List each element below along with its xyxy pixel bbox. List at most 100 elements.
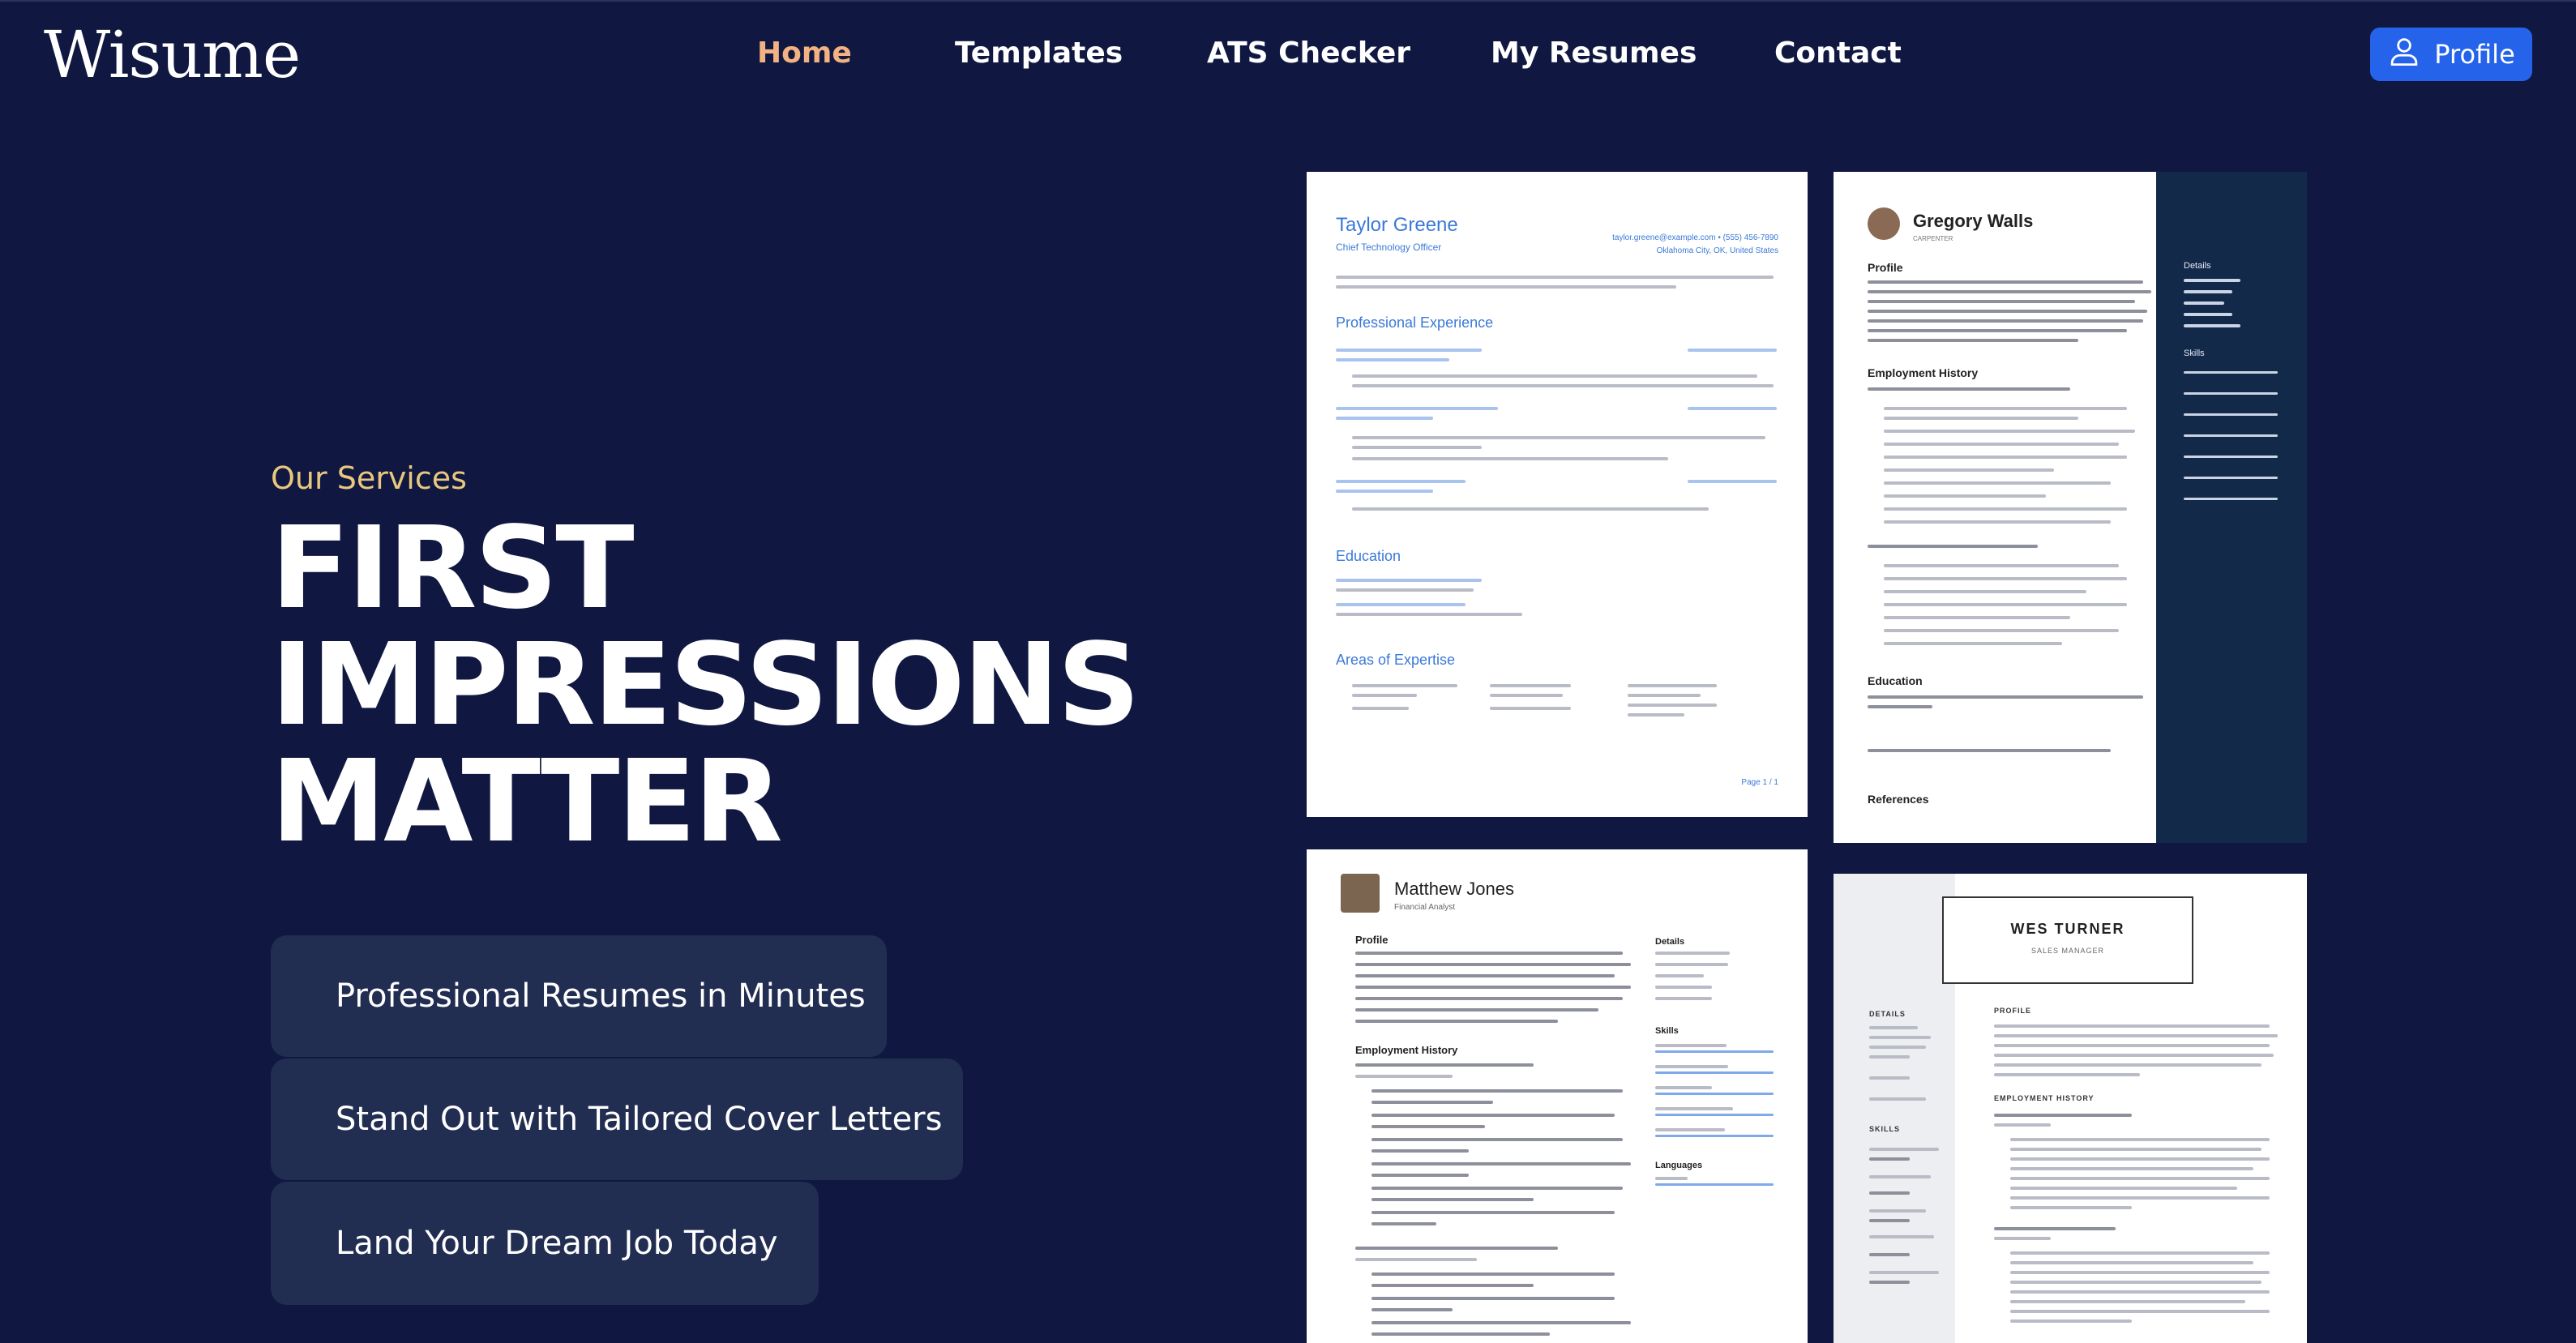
top-border bbox=[0, 0, 2576, 2]
skill-dots bbox=[1869, 1219, 1910, 1222]
resume-location: Oklahoma City, OK, United States bbox=[1656, 246, 1778, 255]
section-heading: Profile bbox=[1868, 261, 1903, 274]
user-icon bbox=[2387, 34, 2421, 75]
text-line bbox=[1355, 1063, 1534, 1067]
text-line bbox=[1884, 468, 2054, 472]
nav-ats-checker[interactable]: ATS Checker bbox=[1207, 32, 1410, 75]
nav-templates[interactable]: Templates bbox=[955, 32, 1123, 75]
resume-preview-matthew-jones[interactable]: Matthew Jones Financial Analyst Profile … bbox=[1307, 849, 1808, 1343]
sidebar-heading: Skills bbox=[1655, 1026, 1679, 1036]
text-line bbox=[1884, 407, 2127, 410]
text-line bbox=[1869, 1076, 1910, 1080]
text-line bbox=[1352, 436, 1765, 439]
text-line bbox=[1355, 1020, 1558, 1023]
text-line bbox=[1371, 1211, 1615, 1214]
resume-contact: taylor.greene@example.com • (555) 456-78… bbox=[1612, 233, 1778, 242]
section-eyebrow: Our Services bbox=[271, 460, 467, 496]
profile-label: Profile bbox=[2434, 39, 2515, 70]
text-line bbox=[1371, 1198, 1534, 1201]
text-line bbox=[1336, 276, 1774, 279]
skill-bar bbox=[1655, 1114, 1774, 1116]
text-line bbox=[1994, 1034, 2278, 1037]
resume-preview-taylor-greene[interactable]: Taylor Greene Chief Technology Officer t… bbox=[1307, 172, 1808, 817]
text-line bbox=[1884, 481, 2111, 485]
text-line bbox=[1655, 986, 1712, 989]
text-line bbox=[1355, 952, 1623, 955]
text-line bbox=[1884, 417, 2078, 420]
text-line bbox=[2010, 1290, 2270, 1294]
feature-item[interactable]: Professional Resumes in Minutes bbox=[271, 935, 887, 1057]
resume-role: SALES MANAGER bbox=[2030, 947, 2105, 955]
text-line bbox=[1371, 1284, 1534, 1287]
text-line bbox=[1628, 684, 1717, 687]
skill-bar bbox=[2184, 392, 2278, 395]
resume-role: Financial Analyst bbox=[1394, 903, 1456, 912]
feature-item[interactable]: Land Your Dream Job Today bbox=[271, 1182, 819, 1305]
feature-item[interactable]: Stand Out with Tailored Cover Letters bbox=[271, 1059, 963, 1180]
text-line bbox=[1336, 285, 1676, 289]
text-line bbox=[1336, 490, 1433, 493]
profile-button[interactable]: Profile bbox=[2370, 28, 2532, 81]
text-line bbox=[1868, 387, 2070, 391]
text-line bbox=[1884, 507, 2127, 511]
text-line bbox=[1869, 1209, 1926, 1213]
text-line bbox=[1655, 1128, 1725, 1131]
text-line bbox=[1884, 456, 2127, 459]
skill-bar bbox=[2184, 456, 2278, 458]
text-line bbox=[2184, 279, 2240, 282]
text-line bbox=[1655, 974, 1704, 977]
text-line bbox=[1655, 997, 1712, 1000]
text-line bbox=[1371, 1174, 1469, 1177]
text-line bbox=[1994, 1044, 2270, 1047]
skill-dots bbox=[1869, 1281, 1910, 1284]
text-line bbox=[1371, 1297, 1615, 1300]
text-line bbox=[1869, 1055, 1910, 1059]
sidebar-heading: Languages bbox=[1655, 1161, 1703, 1170]
avatar bbox=[1868, 207, 1900, 240]
text-line bbox=[1371, 1308, 1453, 1311]
text-line bbox=[1884, 494, 2046, 498]
resume-preview-wes-turner[interactable]: WES TURNER SALES MANAGER DETAILS SKILLS … bbox=[1834, 874, 2307, 1343]
text-line bbox=[1371, 1101, 1493, 1104]
text-line bbox=[1336, 407, 1498, 410]
text-line bbox=[1352, 707, 1409, 710]
nav-contact[interactable]: Contact bbox=[1774, 32, 1902, 75]
text-line bbox=[1371, 1332, 1550, 1336]
text-line bbox=[1868, 280, 2143, 284]
nav-home[interactable]: Home bbox=[757, 32, 852, 75]
text-line bbox=[1868, 310, 2147, 313]
text-line bbox=[1688, 480, 1777, 483]
text-line bbox=[1355, 1247, 1558, 1250]
text-line bbox=[1994, 1237, 2051, 1240]
skill-bar bbox=[2184, 371, 2278, 374]
resume-role: CARPENTER bbox=[1913, 235, 1953, 242]
text-line bbox=[1884, 590, 2086, 593]
text-line bbox=[1371, 1125, 1485, 1128]
nav-my-resumes[interactable]: My Resumes bbox=[1491, 32, 1697, 75]
text-line bbox=[1869, 1097, 1926, 1101]
text-line bbox=[1884, 520, 2111, 524]
skill-bar bbox=[2184, 413, 2278, 416]
sidebar-heading: Details bbox=[1655, 937, 1685, 947]
headline-line-2: Impressions bbox=[271, 619, 1140, 751]
section-heading: Profile bbox=[1355, 934, 1389, 946]
text-line bbox=[2184, 290, 2232, 293]
text-line bbox=[2010, 1271, 2270, 1274]
sidebar-heading: Details bbox=[2184, 261, 2211, 271]
text-line bbox=[1869, 1235, 1934, 1238]
text-line bbox=[1355, 1075, 1453, 1078]
text-line bbox=[2010, 1196, 2270, 1200]
text-line bbox=[1994, 1114, 2132, 1117]
section-heading: Professional Experience bbox=[1336, 314, 1494, 331]
brand-logo[interactable]: Wisume bbox=[44, 16, 301, 94]
text-line bbox=[2184, 313, 2232, 316]
page-number: Page 1 / 1 bbox=[1741, 778, 1778, 787]
text-line bbox=[1884, 564, 2119, 567]
text-line bbox=[1355, 974, 1615, 977]
text-line bbox=[1371, 1114, 1615, 1117]
resume-name: Matthew Jones bbox=[1394, 879, 1514, 899]
resume-preview-gregory-walls[interactable]: Gregory Walls CARPENTER Profile Employme… bbox=[1834, 172, 2307, 843]
text-line bbox=[1371, 1187, 1623, 1190]
text-line bbox=[1994, 1227, 2116, 1230]
skill-dots bbox=[1869, 1191, 1910, 1195]
